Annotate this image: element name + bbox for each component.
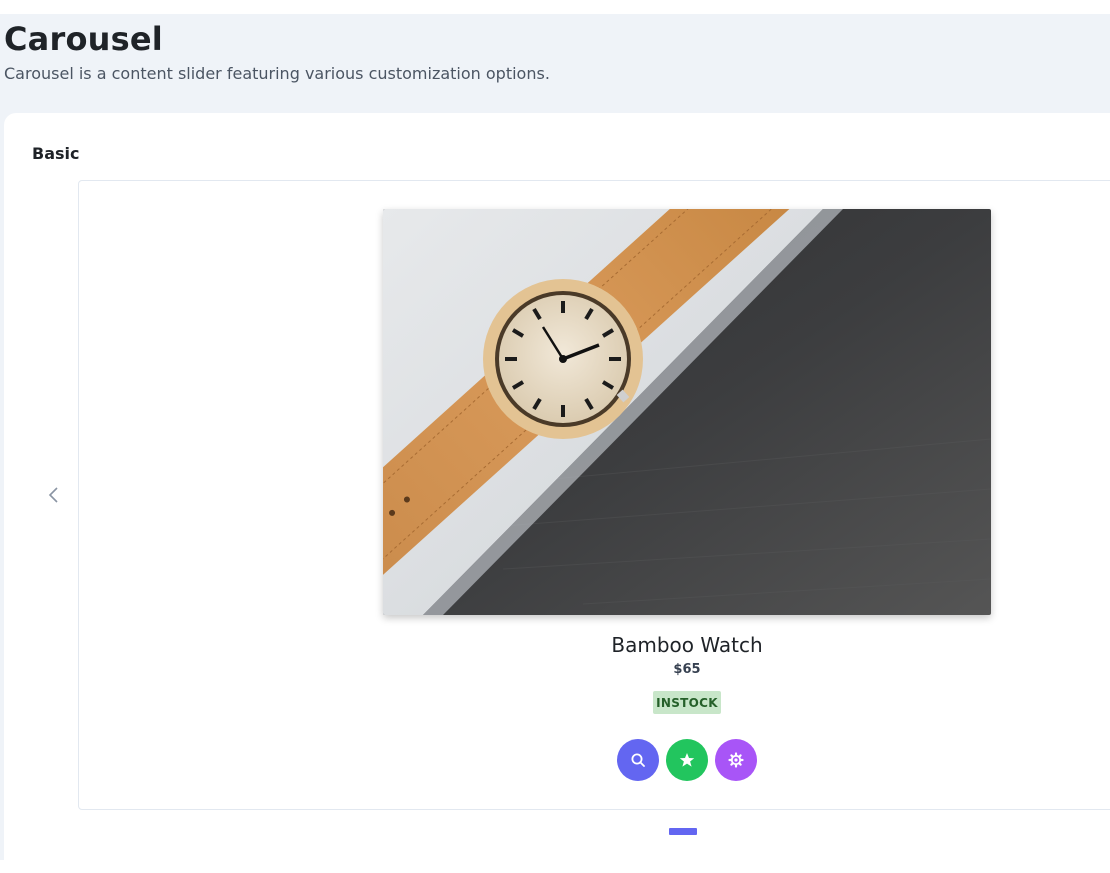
carousel-prev-button[interactable] xyxy=(42,483,66,507)
cog-icon xyxy=(728,752,744,768)
star-button[interactable] xyxy=(666,739,708,781)
page-description: Carousel is a content slider featuring v… xyxy=(4,64,550,83)
carousel-card: Basic Bamboo Watch $65 INSTOCK xyxy=(4,113,1110,873)
carousel-slide: Bamboo Watch $65 INSTOCK xyxy=(78,180,1110,810)
product-image xyxy=(383,209,991,615)
product-name: Bamboo Watch xyxy=(611,633,763,657)
section-title: Basic xyxy=(32,144,80,163)
carousel-indicator-active[interactable] xyxy=(669,828,697,835)
page-title: Carousel xyxy=(4,20,163,58)
product-price: $65 xyxy=(673,662,701,677)
status-badge: INSTOCK xyxy=(653,691,721,714)
search-button[interactable] xyxy=(617,739,659,781)
cog-button[interactable] xyxy=(715,739,757,781)
page: Carousel Carousel is a content slider fe… xyxy=(0,14,1110,873)
chevron-left-icon xyxy=(48,487,58,503)
star-icon xyxy=(679,753,695,767)
search-icon xyxy=(631,753,645,767)
